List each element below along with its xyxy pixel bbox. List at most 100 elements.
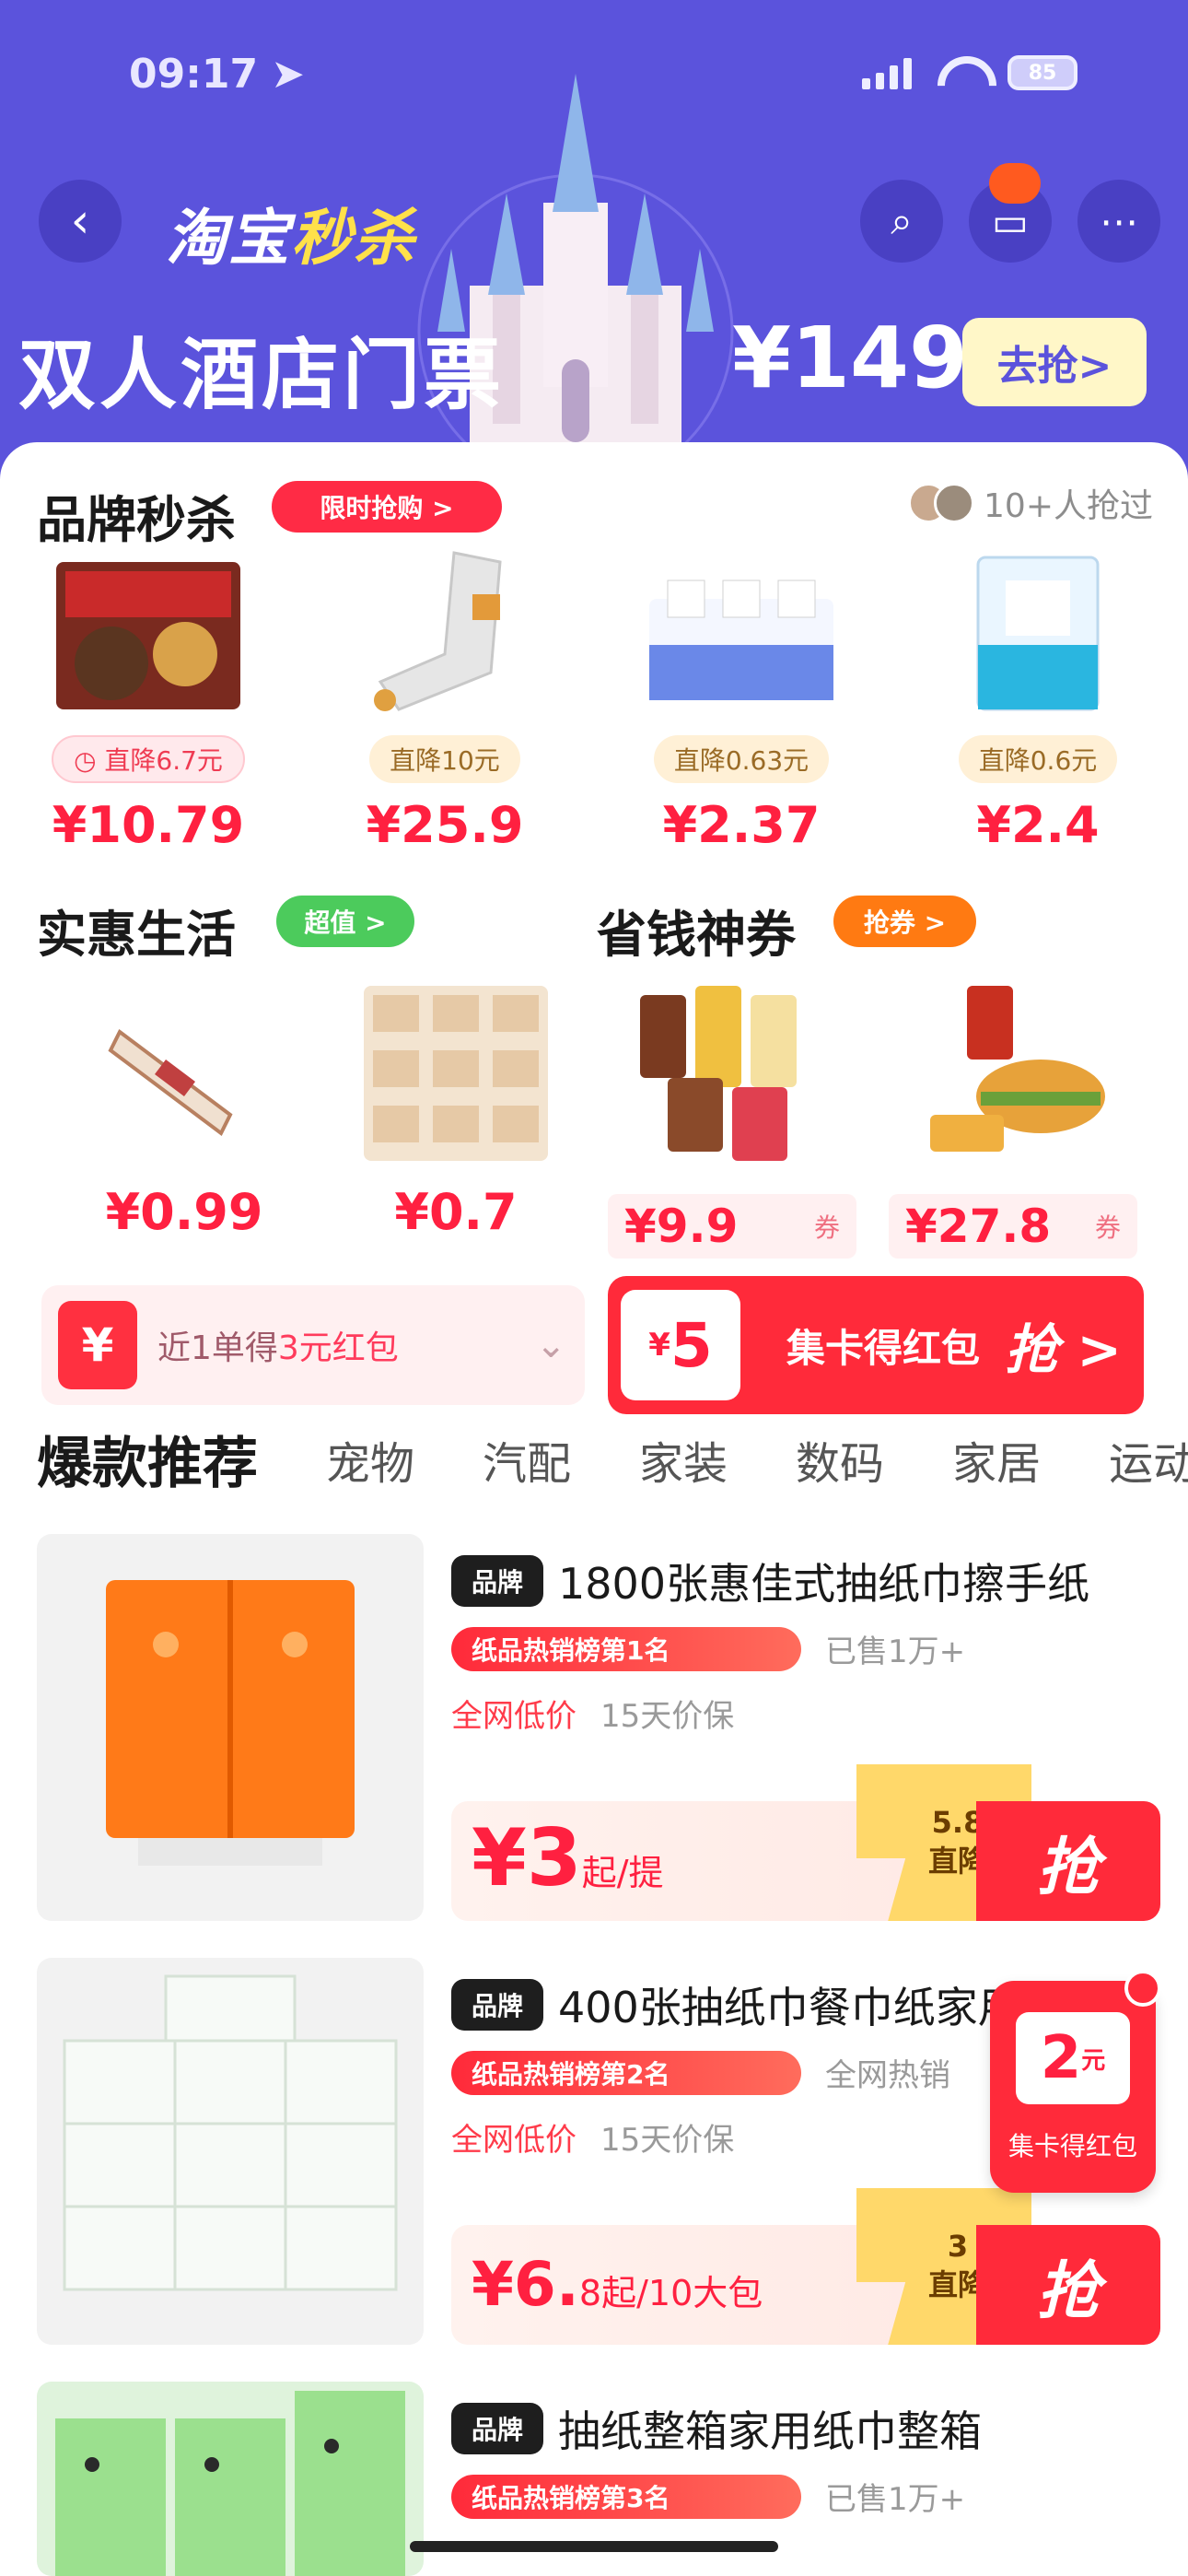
discount-tag: 直降10元 <box>369 735 520 783</box>
coupon-price-box: ¥9.9 券 <box>608 1194 856 1259</box>
grab-button[interactable]: 抢 > <box>1005 1306 1122 1384</box>
avatar-group <box>908 483 975 523</box>
product-image <box>649 580 833 700</box>
buy-button[interactable]: 抢 <box>976 2225 1160 2345</box>
redpacket-amount: 2元 <box>1016 2012 1130 2104</box>
chevron-down-icon: ⌄ <box>535 1324 566 1366</box>
item-price: ¥2.4 <box>976 796 1100 854</box>
item-price: ¥10.79 <box>52 796 245 854</box>
floating-redpacket[interactable]: 2元 集卡得红包 <box>990 1970 1161 2193</box>
promo-button[interactable]: 去抢> <box>962 318 1147 406</box>
life-item[interactable]: ¥0.99 <box>55 977 313 1241</box>
product-image <box>37 1958 424 2345</box>
collect-card-text: 集卡得红包 <box>786 1325 981 1371</box>
rank-badge: 纸品热销榜第3名 <box>451 2474 801 2519</box>
brand-tag: 品牌 <box>451 1979 543 2031</box>
cart-button[interactable]: ▭ <box>969 163 1052 263</box>
coupon-item[interactable]: ¥27.8 券 <box>884 977 1142 1259</box>
notification-dot <box>1124 1970 1161 2007</box>
product-title: 品牌 1800张惠佳式抽纸巾擦手纸 <box>451 1551 1089 1611</box>
brand-item[interactable]: ◷ 直降6.7元 ¥10.79 <box>0 544 297 854</box>
brand-item[interactable]: 直降0.6元 ¥2.4 <box>890 544 1186 854</box>
product-image <box>108 1028 233 1137</box>
tab-sports[interactable]: 运动 <box>1109 1427 1188 1492</box>
sold-count: 已售1万+ <box>825 2481 966 2518</box>
buy-bar: ¥6.8起/10大包 3 直降 抢 <box>451 2188 1160 2345</box>
chevron-left-icon: ‹ <box>70 193 90 249</box>
save-section-title: 省钱神券 <box>597 906 796 964</box>
promo-text: 双人酒店门票 <box>18 330 506 420</box>
product-title: 品牌 抽纸整箱家用纸巾整箱 <box>451 2398 982 2459</box>
status-icons: 85 <box>862 55 1077 90</box>
search-button[interactable]: ⌕ <box>860 180 943 263</box>
brand-section-badge[interactable]: 限时抢购 > <box>272 481 502 533</box>
product-image <box>374 551 502 711</box>
participants: 10+人抢过 <box>908 479 1153 527</box>
discount-tag: ◷ 直降6.7元 <box>52 735 245 783</box>
product-image <box>640 986 797 1161</box>
product-image <box>930 986 1105 1152</box>
brand-tag: 品牌 <box>451 2403 543 2454</box>
brand-item[interactable]: 直降0.63元 ¥2.37 <box>593 544 890 854</box>
save-section-badge[interactable]: 抢券 > <box>833 896 976 947</box>
coupon-item[interactable]: ¥9.9 券 <box>603 977 861 1259</box>
rank-row: 纸品热销榜第2名 全网热销 <box>451 2050 950 2095</box>
brand-section-title: 品牌秒杀 <box>37 491 236 549</box>
redpacket-banner[interactable]: ¥ 近1单得3元红包 ⌄ <box>41 1285 585 1405</box>
header-actions: ⌕ ▭ ⋯ <box>860 163 1160 263</box>
rank-row: 纸品热销榜第1名 已售1万+ <box>451 1626 965 1671</box>
rank-row: 纸品热销榜第3名 已售1万+ <box>451 2474 965 2519</box>
status-time: 09:17 ➤ <box>129 51 305 98</box>
tab-home[interactable]: 家居 <box>952 1427 1041 1492</box>
redpacket-text: 近1单得3元红包 <box>157 1329 399 1367</box>
sold-count: 已售1万+ <box>825 1633 966 1670</box>
brand-tag: 品牌 <box>451 1555 543 1607</box>
product-price: ¥6.8起/10大包 <box>472 2249 763 2320</box>
coupon-price-box: ¥27.8 券 <box>889 1194 1137 1259</box>
more-button[interactable]: ⋯ <box>1077 180 1160 263</box>
signal-icon <box>862 56 912 89</box>
life-section-badge[interactable]: 超值 > <box>276 896 414 947</box>
product-title: 品牌 400张抽纸巾餐巾纸家用 <box>451 1974 1020 2035</box>
life-item[interactable]: ¥0.7 <box>327 977 585 1241</box>
product-image <box>56 562 240 709</box>
brand-item[interactable]: 直降10元 ¥25.9 <box>297 544 593 854</box>
product-image <box>37 2382 424 2576</box>
tab-digital[interactable]: 数码 <box>796 1427 884 1492</box>
coupon-amount: ¥5 <box>621 1290 740 1400</box>
item-price: ¥2.37 <box>662 796 821 854</box>
life-section-title: 实惠生活 <box>37 906 236 964</box>
sold-count: 全网热销 <box>825 2057 950 2094</box>
page-title: 淘宝秒杀 <box>166 203 416 274</box>
discount-tag: 直降0.63元 <box>653 735 830 783</box>
rank-badge: 纸品热销榜第2名 <box>451 2050 801 2095</box>
location-icon: ➤ <box>271 51 305 98</box>
product-meta: 全网低价 15天价保 <box>451 1698 735 1735</box>
tab-pets[interactable]: 宠物 <box>326 1427 414 1492</box>
item-price: ¥0.7 <box>394 1183 518 1241</box>
tab-auto[interactable]: 汽配 <box>483 1427 571 1492</box>
tab-home-deco[interactable]: 家装 <box>639 1427 728 1492</box>
cart-badge <box>989 163 1041 204</box>
battery-icon: 85 <box>1007 55 1077 90</box>
search-icon: ⌕ <box>891 198 913 243</box>
product-meta: 全网低价 15天价保 <box>451 2122 735 2159</box>
category-tabs: 爆款推荐 宠物 汽配 家装 数码 家居 运动 <box>37 1419 1188 1499</box>
collect-card-banner[interactable]: ¥5 集卡得红包 抢 > <box>608 1276 1144 1414</box>
product-price: ¥3起/提 <box>472 1812 664 1904</box>
item-price: ¥0.99 <box>105 1183 263 1241</box>
buy-bar: ¥3起/提 5.8 直降 抢 <box>451 1764 1160 1921</box>
tab-recommended[interactable]: 爆款推荐 <box>37 1419 258 1499</box>
product-image <box>37 1534 424 1921</box>
avatar <box>934 483 975 523</box>
redpacket-label: 集卡得红包 <box>1007 2131 1137 2161</box>
buy-button[interactable]: 抢 <box>976 1801 1160 1921</box>
more-icon: ⋯ <box>1100 198 1138 244</box>
cart-icon: ▭ <box>992 198 1029 244</box>
wifi-icon <box>938 56 982 89</box>
product-card[interactable]: 品牌 1800张惠佳式抽纸巾擦手纸 纸品热销榜第1名 已售1万+ 全网低价 15… <box>0 1534 1188 1958</box>
back-button[interactable]: ‹ <box>39 180 122 263</box>
redpacket-icon: ¥ <box>58 1301 137 1389</box>
home-indicator[interactable] <box>410 2541 778 2552</box>
header: 09:17 ➤ 85 ‹ 淘宝秒杀 ⌕ ▭ ⋯ 双人酒店门票 ¥1499 去抢> <box>0 0 1188 479</box>
